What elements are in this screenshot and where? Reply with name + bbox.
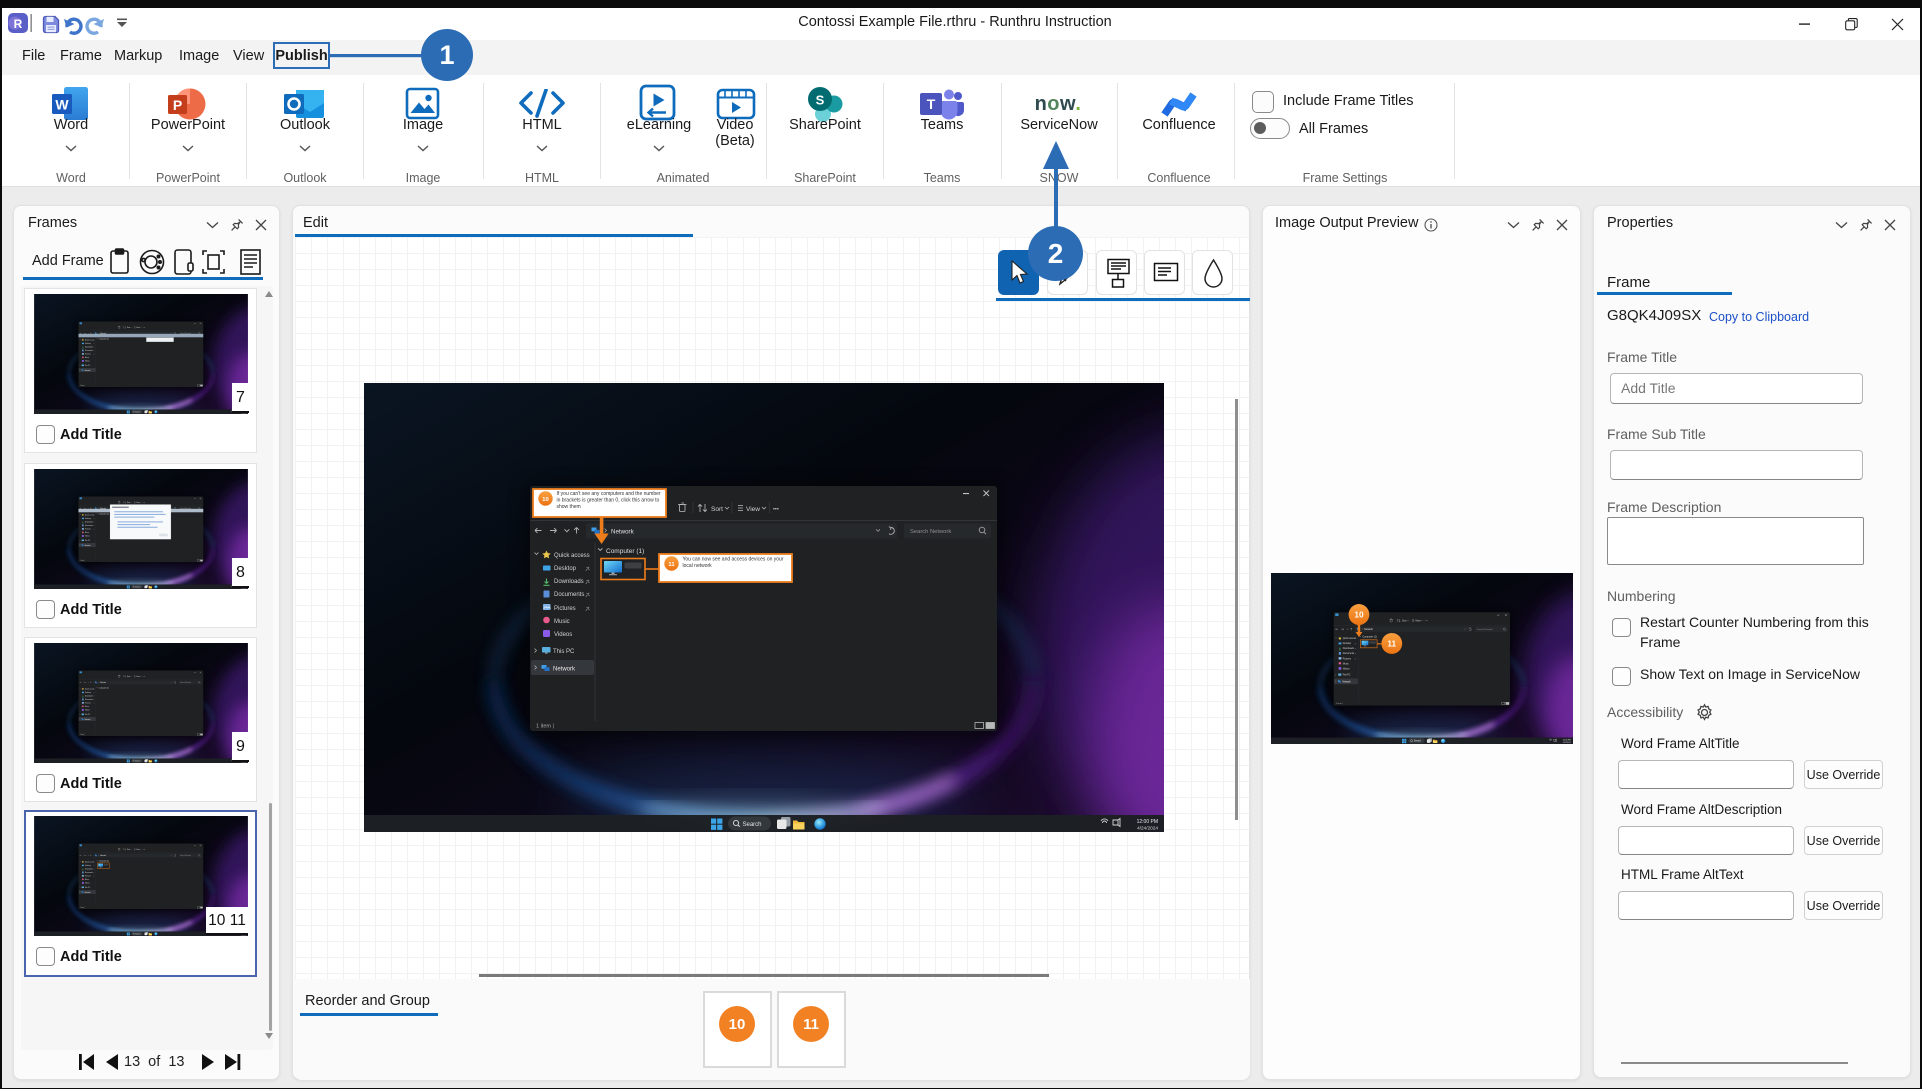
svg-text:now.: now. xyxy=(1035,93,1082,115)
svg-text:W: W xyxy=(55,97,69,113)
svg-text:S: S xyxy=(816,93,825,108)
svg-text:P: P xyxy=(173,97,182,113)
svg-text:T: T xyxy=(927,96,936,112)
